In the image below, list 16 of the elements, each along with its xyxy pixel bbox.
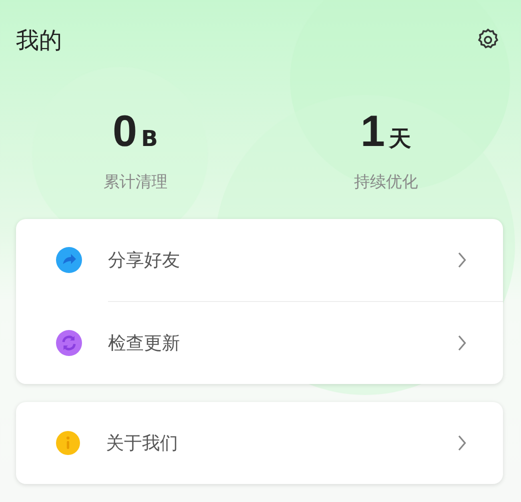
menu-item[interactable]: 检查更新 (16, 302, 503, 384)
chevron-right-icon (457, 252, 467, 268)
stat-label: 累计清理 (103, 172, 168, 193)
refresh-icon (56, 330, 82, 356)
stat-label: 持续优化 (354, 172, 418, 193)
stat-unit: B (141, 127, 158, 152)
share-icon (56, 247, 82, 273)
stat-value: 0 (112, 110, 138, 154)
chevron-right-icon (457, 435, 467, 451)
menu-item[interactable]: 关于我们 (16, 402, 503, 484)
chevron-right-icon (457, 335, 467, 351)
stat-value: 1 (360, 110, 385, 154)
menu-item[interactable]: 分享好友 (16, 219, 503, 301)
page-title: 我的 (16, 26, 62, 56)
stat-unit: 天 (388, 126, 411, 154)
info-icon (56, 431, 80, 455)
